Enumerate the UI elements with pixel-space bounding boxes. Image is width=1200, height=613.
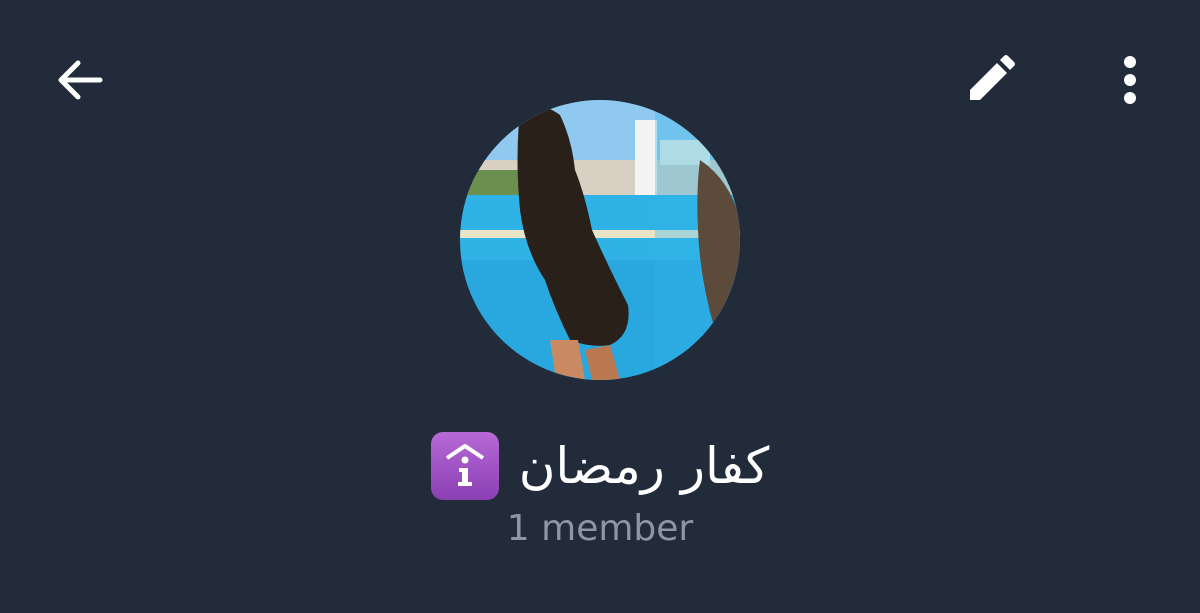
information-source-emoji-icon [430,432,499,500]
group-profile-screen: كفار رمضان 1 member [0,0,1200,613]
group-name: كفار رمضان [518,437,770,495]
pencil-icon [970,55,1015,100]
back-button[interactable] [40,40,120,120]
more-vertical-icon [1124,56,1136,104]
arrow-left-icon [58,60,103,100]
more-options-button[interactable] [1090,40,1170,120]
member-count: 1 member [506,508,694,549]
group-title-row: كفار رمضان [0,428,1200,504]
group-avatar[interactable] [460,100,740,380]
edit-button[interactable] [950,40,1030,120]
group-avatar-photo [460,100,740,380]
